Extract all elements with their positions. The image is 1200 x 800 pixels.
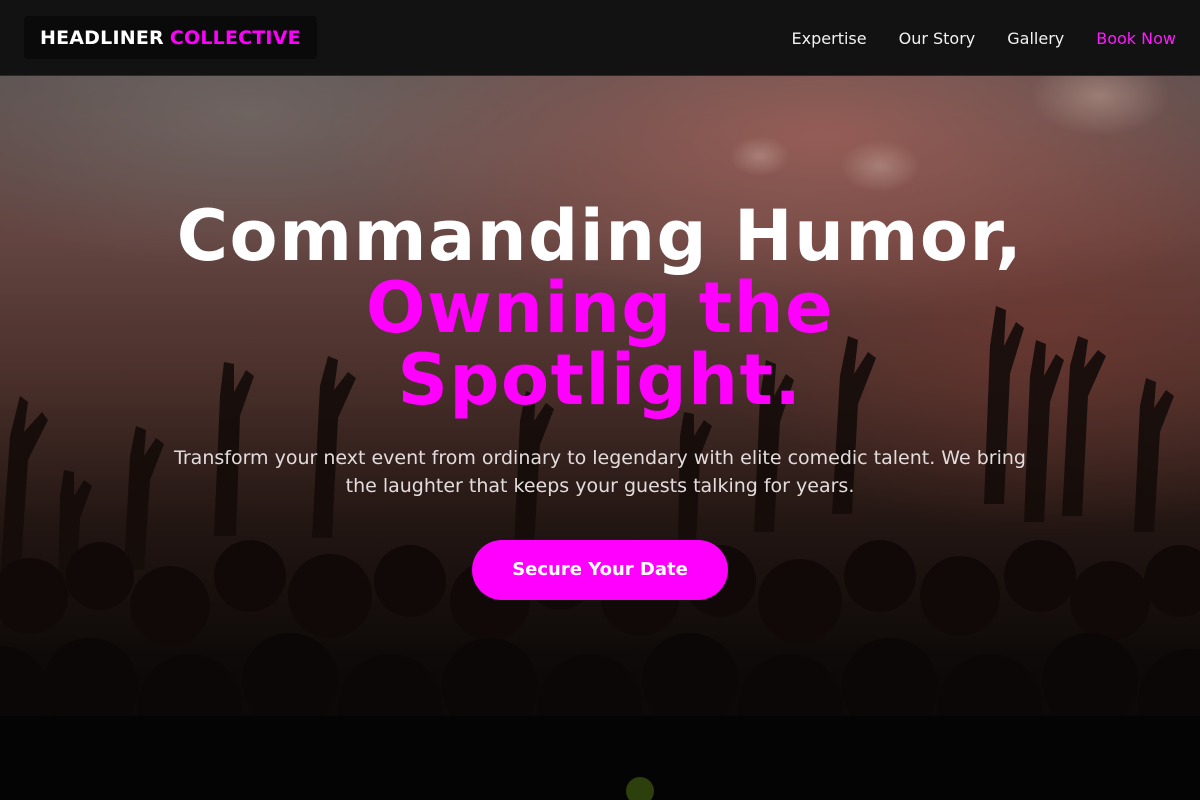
logo-accent-text: COLLECTIVE bbox=[169, 26, 301, 49]
brand-logo[interactable]: HEADLINER COLLECTIVE bbox=[24, 16, 317, 59]
nav-book-now[interactable]: Book Now bbox=[1096, 29, 1176, 48]
nav-our-story[interactable]: Our Story bbox=[899, 29, 976, 48]
secure-date-button[interactable]: Secure Your Date bbox=[472, 540, 728, 600]
hero-headline: Commanding Humor, Owning the Spotlight. bbox=[0, 200, 1200, 416]
hero-content: Commanding Humor, Owning the Spotlight. … bbox=[0, 200, 1200, 600]
headline-line-3: Spotlight. bbox=[397, 339, 803, 421]
site-header: HEADLINER COLLECTIVE Expertise Our Story… bbox=[0, 0, 1200, 76]
landing-page: HEADLINER COLLECTIVE Expertise Our Story… bbox=[0, 0, 1200, 800]
headline-line-1: Commanding Humor, bbox=[176, 195, 1024, 277]
hero-subtext: Transform your next event from ordinary … bbox=[174, 447, 1026, 497]
main-nav: Expertise Our Story Gallery Book Now bbox=[792, 0, 1176, 76]
logo-primary-text: HEADLINER bbox=[40, 26, 164, 49]
headline-line-2: Owning the bbox=[365, 267, 835, 349]
nav-gallery[interactable]: Gallery bbox=[1007, 29, 1064, 48]
nav-expertise[interactable]: Expertise bbox=[792, 29, 867, 48]
